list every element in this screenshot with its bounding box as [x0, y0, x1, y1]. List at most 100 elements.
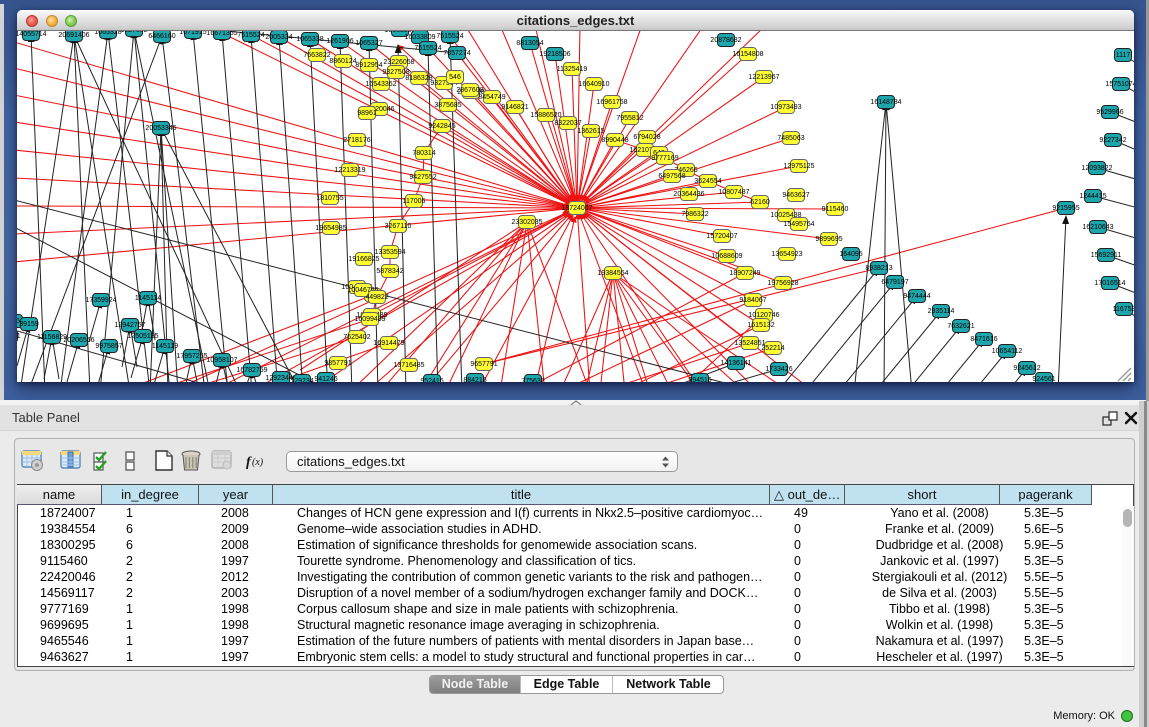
svg-text:13716485: 13716485	[393, 362, 424, 369]
svg-text:835081: 835081	[17, 333, 21, 340]
svg-text:13353594: 13353594	[374, 249, 405, 256]
svg-text:9657791: 9657791	[470, 361, 497, 368]
svg-text:780314: 780314	[412, 150, 435, 157]
svg-text:18724007: 18724007	[561, 205, 592, 212]
svg-text:16961758: 16961758	[596, 99, 627, 106]
svg-text:16148784: 16148784	[870, 99, 901, 106]
svg-text:9215955: 9215955	[1052, 205, 1079, 212]
svg-text:19384554: 19384554	[597, 270, 628, 277]
svg-text:8912954: 8912954	[355, 62, 382, 69]
svg-text:12213319: 12213319	[334, 167, 365, 174]
svg-text:12975125: 12975125	[783, 163, 814, 170]
svg-text:1065327: 1065327	[355, 40, 382, 47]
svg-text:19166825: 19166825	[348, 256, 379, 263]
svg-text:1615132: 1615132	[747, 322, 774, 329]
svg-text:(x): (x)	[252, 457, 264, 468]
svg-text:9115460: 9115460	[822, 206, 849, 213]
svg-text:2935114: 2935114	[928, 308, 955, 315]
svg-text:2867608: 2867608	[456, 87, 483, 94]
svg-text:7857274: 7857274	[443, 50, 470, 57]
svg-text:16782759: 16782759	[236, 367, 267, 374]
svg-text:10973493: 10973493	[770, 104, 801, 111]
svg-text:10654112: 10654112	[992, 348, 1023, 355]
svg-text:7515524: 7515524	[237, 32, 264, 39]
svg-text:6466160: 6466160	[148, 33, 175, 40]
svg-text:16154808: 16154808	[732, 51, 763, 58]
svg-text:9245612: 9245612	[1013, 365, 1040, 372]
svg-text:6497568: 6497568	[658, 173, 685, 180]
svg-text:2005334: 2005334	[265, 34, 292, 41]
svg-text:3267110: 3267110	[385, 223, 412, 230]
svg-text:8186328: 8186328	[405, 75, 432, 82]
svg-text:1065338: 1065338	[296, 36, 323, 43]
svg-text:19218506: 19218506	[539, 51, 570, 58]
svg-text:116753: 116753	[1113, 306, 1134, 313]
svg-text:9146821: 9146821	[501, 104, 528, 111]
svg-text:62160: 62160	[750, 199, 770, 206]
svg-text:7632621: 7632621	[947, 323, 974, 330]
svg-text:15692911: 15692911	[1091, 252, 1122, 259]
svg-text:17957255: 17957255	[176, 353, 207, 360]
svg-text:98961: 98961	[357, 110, 377, 117]
svg-text:1261906: 1261906	[326, 38, 353, 45]
svg-text:17359924: 17359924	[85, 297, 116, 304]
svg-text:7625402: 7625402	[343, 334, 370, 341]
svg-text:1527602: 1527602	[120, 31, 147, 34]
svg-text:9857791: 9857791	[324, 360, 351, 367]
svg-text:1117: 1117	[1116, 52, 1131, 59]
svg-text:23302035: 23302035	[511, 219, 542, 226]
svg-text:16210643: 16210643	[1082, 224, 1113, 231]
svg-text:15886520: 15886520	[530, 112, 561, 119]
svg-text:23226058: 23226058	[383, 59, 414, 66]
svg-text:16543362: 16543362	[365, 81, 396, 88]
svg-text:20206556: 20206556	[63, 337, 94, 344]
svg-text:775632: 775632	[521, 378, 544, 382]
svg-text:1733426: 1733426	[765, 366, 792, 373]
svg-text:15751074: 15751074	[1105, 81, 1134, 88]
svg-text:19756928: 19756928	[767, 280, 798, 287]
svg-text:164095: 164095	[839, 251, 862, 258]
svg-text:7515524: 7515524	[436, 33, 463, 40]
svg-text:9184067: 9184067	[739, 297, 766, 304]
svg-text:8471616: 8471616	[970, 336, 997, 343]
svg-text:952416: 952416	[420, 378, 443, 382]
svg-text:7515524: 7515524	[414, 45, 441, 52]
svg-text:10120746: 10120746	[748, 312, 779, 319]
svg-text:10688609: 10688609	[711, 253, 742, 260]
svg-text:16914479: 16914479	[373, 340, 404, 347]
svg-text:7986322: 7986322	[681, 211, 708, 218]
svg-text:1071915: 1071915	[179, 31, 206, 36]
svg-text:20053346: 20053346	[145, 125, 176, 132]
svg-text:20364436: 20364436	[673, 191, 704, 198]
svg-text:20691406: 20691406	[58, 32, 89, 39]
svg-text:9899695: 9899695	[815, 236, 842, 243]
svg-text:11325419: 11325419	[557, 66, 588, 73]
svg-text:9227342: 9227342	[1099, 137, 1126, 144]
svg-text:15495764: 15495764	[783, 221, 814, 228]
svg-text:129234: 129234	[290, 378, 313, 382]
svg-text:15720407: 15720407	[706, 233, 737, 240]
svg-text:12942757: 12942757	[114, 322, 145, 329]
svg-text:2718176: 2718176	[343, 137, 370, 144]
svg-text:8860124: 8860124	[329, 58, 356, 65]
svg-text:8322037: 8322037	[554, 120, 581, 127]
svg-text:1810755: 1810755	[316, 195, 343, 202]
svg-text:10807487: 10807487	[718, 189, 749, 196]
svg-text:9463627: 9463627	[782, 192, 809, 199]
svg-text:7663822: 7663822	[303, 52, 330, 59]
svg-text:13654923: 13654923	[771, 251, 802, 258]
svg-text:17016514: 17016514	[1094, 280, 1125, 287]
svg-text:941246: 941246	[314, 376, 337, 382]
svg-text:884216: 884216	[463, 377, 486, 382]
svg-text:9529966: 9529966	[1096, 109, 1123, 116]
svg-text:449822: 449822	[365, 294, 388, 301]
svg-text:16671355: 16671355	[206, 31, 237, 37]
svg-text:252214: 252214	[761, 345, 784, 352]
svg-text:1065328: 1065328	[94, 31, 121, 36]
svg-text:8938213: 8938213	[865, 265, 892, 272]
svg-text:16640910: 16640910	[578, 81, 609, 88]
svg-text:924561: 924561	[1032, 376, 1055, 382]
svg-text:3875685: 3875685	[434, 102, 461, 109]
svg-text:20878682: 20878682	[710, 37, 741, 44]
svg-text:39159: 39159	[19, 321, 39, 328]
